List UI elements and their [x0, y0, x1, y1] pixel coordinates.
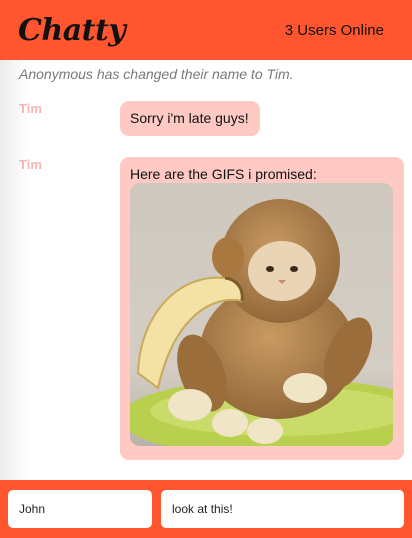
users-online-count: 3 Users Online [284, 21, 384, 39]
message-text: Here are the GIFS i promised: [130, 166, 317, 182]
message-username: Tim [19, 101, 42, 116]
message-bubble: Here are the GIFS i promised: [120, 157, 404, 460]
left-shadow [0, 60, 28, 480]
gif-image[interactable] [130, 183, 393, 446]
message-text: Sorry i'm late guys! [130, 110, 249, 126]
monkey-cat-illustration [130, 183, 393, 446]
message-list[interactable]: Anonymous has changed their name to Tim.… [0, 60, 412, 480]
username-input[interactable] [8, 490, 152, 528]
app-logo: Chatty [18, 12, 126, 48]
message-username: Tim [19, 157, 42, 172]
chat-app: Chatty 3 Users Online Anonymous has chan… [0, 0, 412, 538]
system-message: Anonymous has changed their name to Tim. [19, 66, 294, 82]
message-bubble: Sorry i'm late guys! [120, 101, 260, 136]
header-bar: Chatty 3 Users Online [0, 0, 412, 60]
composer-bar [0, 480, 412, 538]
message-input[interactable] [161, 490, 404, 528]
